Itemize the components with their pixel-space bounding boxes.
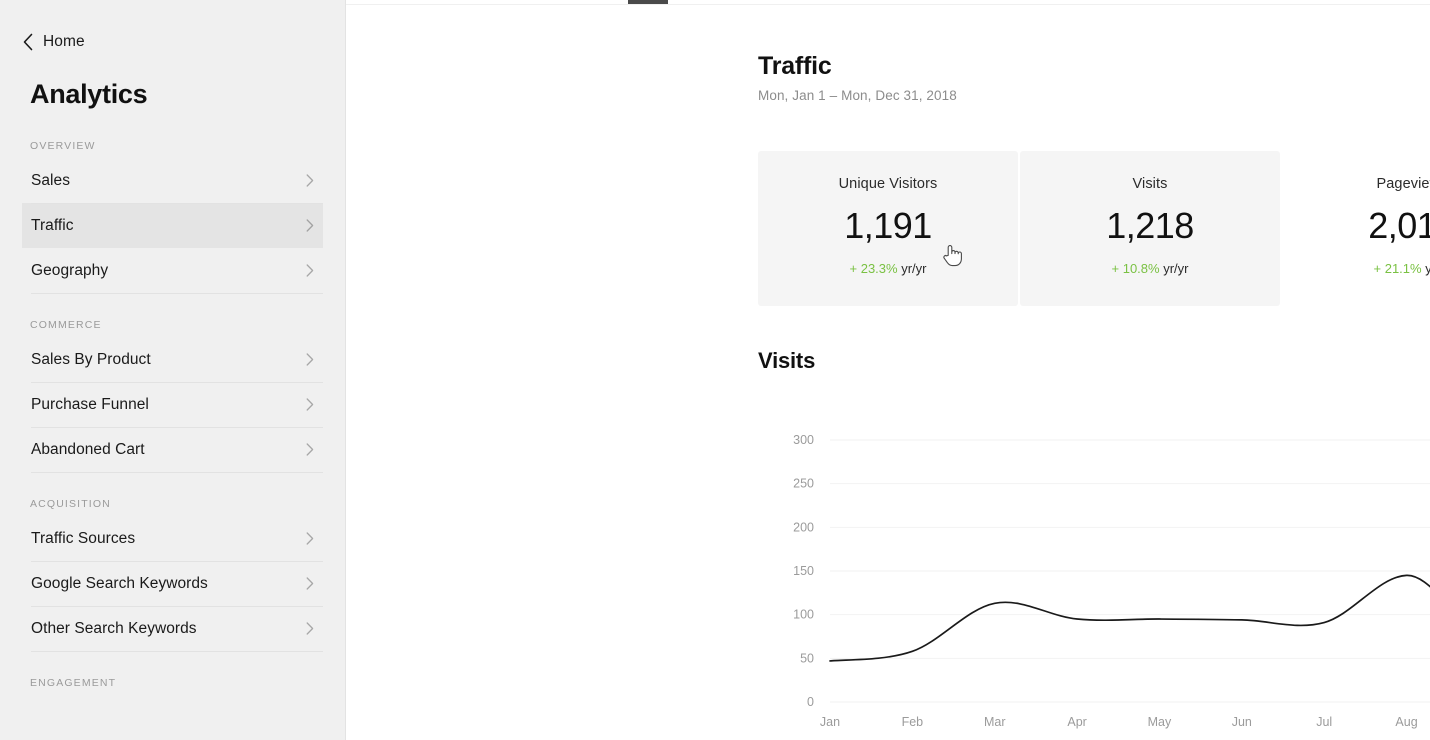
sidebar-item-label: Traffic (31, 216, 74, 234)
top-divider (346, 4, 1430, 5)
stat-value: 1,191 (844, 205, 932, 246)
chart-canvas: 0 50 100 150 200 250 300 Jan Feb Mar Apr May Jun Jul… (793, 433, 1430, 729)
stat-card-unique-visitors[interactable]: Unique Visitors 1,191 + 23.3% yr/yr (758, 151, 1018, 306)
chart-x-tick-label: Jul (1316, 715, 1332, 729)
analytics-dashboard: Home Analytics OVERVIEW Sales Traffic Ge… (0, 0, 1430, 740)
chart-line-series (829, 574, 1430, 662)
chart-x-tick-label: Jan (820, 715, 840, 729)
stat-delta: + 23.3% yr/yr (850, 261, 927, 276)
stat-card-pageviews[interactable]: Pageviews 2,018 + 21.1% yr/yr (1282, 151, 1430, 306)
chevron-right-icon (306, 622, 314, 635)
chevron-right-icon (306, 532, 314, 545)
chevron-right-icon (306, 174, 314, 187)
visits-line-chart: 0 50 100 150 200 250 300 Jan Feb Mar Apr May Jun Jul… (758, 412, 1430, 740)
stat-delta: + 10.8% yr/yr (1112, 261, 1189, 276)
stat-delta-pct: + 10.8% (1111, 261, 1160, 276)
sidebar-item-label: Purchase Funnel (31, 395, 149, 413)
sidebar-item-sales-by-product[interactable]: Sales By Product (22, 337, 323, 382)
active-tab-indicator[interactable] (628, 0, 668, 4)
nav-divider (31, 651, 323, 652)
stat-card-visits[interactable]: Visits 1,218 + 10.8% yr/yr (1020, 151, 1280, 306)
sidebar-item-other-search-keywords[interactable]: Other Search Keywords (22, 606, 323, 651)
app-title: Analytics (30, 79, 148, 109)
sidebar-item-sales[interactable]: Sales (22, 158, 323, 203)
chart-y-tick-label: 150 (793, 564, 814, 578)
home-back-link[interactable]: Home (22, 33, 345, 51)
chart-x-tick-label: Jun (1232, 715, 1252, 729)
nav-section-overview: OVERVIEW Sales Traffic Geography (0, 140, 345, 294)
nav-divider (31, 472, 323, 473)
chart-y-axis-ticks: 0 50 100 150 200 250 300 (793, 433, 814, 709)
chevron-right-icon (306, 443, 314, 456)
sidebar-item-label: Google Search Keywords (31, 574, 208, 592)
sidebar-item-abandoned-cart[interactable]: Abandoned Cart (22, 427, 323, 472)
page-title: Traffic (758, 52, 832, 80)
chart-x-tick-label: Feb (902, 715, 924, 729)
chevron-right-icon (306, 398, 314, 411)
nav-heading-commerce: COMMERCE (30, 319, 102, 331)
stat-delta-suffix: yr/yr (1425, 261, 1430, 276)
sidebar-item-google-search-keywords[interactable]: Google Search Keywords (22, 561, 323, 606)
nav-section-engagement: ENGAGEMENT (0, 677, 345, 689)
stat-delta-pct: + 21.1% (1373, 261, 1422, 276)
nav-heading-acquisition: ACQUISITION (30, 498, 111, 510)
stat-cards: Unique Visitors 1,191 + 23.3% yr/yr Visi… (758, 151, 1430, 306)
chart-y-tick-label: 100 (793, 608, 814, 622)
stat-delta-suffix: yr/yr (897, 261, 927, 276)
chart-y-tick-label: 200 (793, 520, 814, 534)
sidebar-item-label: Sales By Product (31, 350, 151, 368)
sidebar-item-label: Other Search Keywords (31, 619, 197, 637)
chart-y-tick-label: 0 (807, 695, 814, 709)
main-content: Traffic Mon, Jan 1 – Mon, Dec 31, 2018 L… (346, 0, 1430, 740)
chart-x-tick-label: Apr (1067, 715, 1086, 729)
sidebar-item-label: Sales (31, 171, 71, 189)
sidebar-item-geography[interactable]: Geography (22, 248, 323, 293)
stat-delta: + 21.1% yr/yr (1374, 261, 1430, 276)
chart-x-tick-label: May (1148, 715, 1172, 729)
home-label: Home (43, 33, 85, 50)
chevron-right-icon (306, 264, 314, 277)
sidebar-item-label: Geography (31, 261, 109, 279)
stat-delta-pct: + 23.3% (849, 261, 898, 276)
date-range-label: Mon, Jan 1 – Mon, Dec 31, 2018 (758, 88, 957, 103)
stat-value: 2,018 (1368, 205, 1430, 246)
chart-x-axis-ticks: JanFebMarAprMayJunJulAugSepOctNovDec (820, 715, 1418, 729)
chevron-left-icon (23, 33, 33, 51)
nav-section-acquisition: ACQUISITION Traffic Sources Google Searc… (0, 498, 345, 652)
chart-y-tick-label: 300 (793, 433, 814, 447)
chevron-right-icon (306, 577, 314, 590)
chart-y-tick-label: 50 (800, 651, 814, 665)
chevron-right-icon (306, 353, 314, 366)
sidebar-item-purchase-funnel[interactable]: Purchase Funnel (22, 382, 323, 427)
page-header: Traffic Mon, Jan 1 – Mon, Dec 31, 2018 (758, 52, 1430, 103)
chevron-right-icon (306, 219, 314, 232)
nav-heading-engagement: ENGAGEMENT (30, 677, 117, 689)
sidebar-item-label: Abandoned Cart (31, 440, 145, 458)
stat-label: Unique Visitors (838, 176, 938, 192)
nav-heading-overview: OVERVIEW (30, 140, 96, 152)
stat-delta-suffix: yr/yr (1159, 261, 1189, 276)
chart-y-tick-label: 250 (793, 477, 814, 491)
chart-gridlines (830, 439, 1430, 703)
stat-label: Visits (1132, 176, 1168, 192)
nav-section-commerce: COMMERCE Sales By Product Purchase Funne… (0, 319, 345, 473)
sidebar: Home Analytics OVERVIEW Sales Traffic Ge… (0, 0, 346, 740)
stat-label: Pageviews (1376, 176, 1430, 192)
chart-x-tick-label: Aug (1395, 715, 1417, 729)
stat-value: 1,218 (1106, 205, 1194, 246)
sidebar-item-traffic[interactable]: Traffic (22, 203, 323, 248)
nav-divider (31, 293, 323, 294)
chart-title: Visits (758, 348, 816, 373)
sidebar-item-traffic-sources[interactable]: Traffic Sources (22, 516, 323, 561)
sidebar-item-label: Traffic Sources (31, 529, 136, 547)
chart-x-tick-label: Mar (984, 715, 1006, 729)
